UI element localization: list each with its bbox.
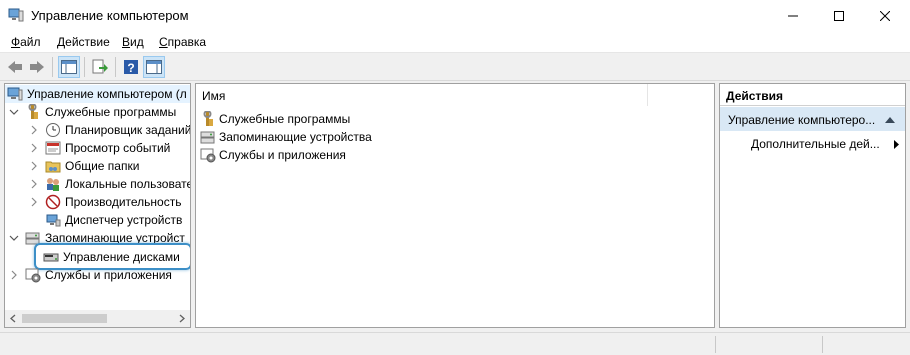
show-hide-action-pane-button[interactable]: [143, 56, 165, 78]
services-icon: [200, 147, 216, 163]
tree-item-shared-folders[interactable]: Общие папки: [5, 157, 190, 175]
event-viewer-icon: [45, 140, 61, 156]
list-header: Имя: [196, 84, 714, 108]
performance-icon: [45, 194, 61, 210]
tree-item-disk-management[interactable]: Управление дисками: [5, 248, 190, 266]
export-list-button[interactable]: [89, 56, 111, 78]
console-tree-icon: [61, 60, 77, 74]
status-bar: [0, 332, 910, 355]
chevron-right-icon[interactable]: [29, 196, 39, 207]
tree-item-task-scheduler[interactable]: Планировщик заданий: [5, 121, 190, 139]
menu-help[interactable]: Справка: [159, 35, 206, 49]
chevron-right-icon[interactable]: [29, 178, 39, 189]
chevron-down-icon[interactable]: [9, 106, 19, 116]
chevron-right-icon[interactable]: [29, 160, 39, 171]
tools-icon: [25, 103, 41, 120]
tree-item-performance[interactable]: Производительность: [5, 193, 190, 211]
tree-item-device-manager[interactable]: Диспетчер устройств: [5, 211, 190, 229]
title-bar: Управление компьютером: [0, 0, 910, 31]
scroll-right-icon[interactable]: [178, 314, 186, 323]
actions-header: Действия: [720, 84, 905, 106]
tools-icon: [200, 110, 216, 127]
minimize-icon: [788, 15, 798, 16]
actions-pane: Действия Управление компьютеро... Дополн…: [719, 83, 906, 328]
submenu-arrow-icon[interactable]: [894, 140, 899, 149]
console-tree[interactable]: Управление компьютером (л Служебные прог…: [4, 83, 191, 328]
actions-section-computer-management[interactable]: Управление компьютеро...: [720, 107, 905, 131]
tree-item-services-apps[interactable]: Службы и приложения: [5, 266, 190, 284]
shared-folder-icon: [45, 158, 61, 174]
column-header-name[interactable]: Имя: [202, 89, 225, 103]
menu-bar: Файл Действие Вид Справка: [0, 31, 910, 53]
computer-management-icon: [7, 86, 23, 102]
tree-item-computer-management[interactable]: Управление компьютером (л: [5, 85, 190, 103]
chevron-down-icon[interactable]: [9, 232, 19, 242]
forward-button[interactable]: [26, 56, 48, 78]
disk-icon: [43, 249, 59, 265]
device-manager-icon: [45, 212, 61, 228]
menu-file[interactable]: Файл: [11, 35, 41, 49]
action-pane-icon: [146, 60, 162, 74]
tree-item-event-viewer[interactable]: Просмотр событий: [5, 139, 190, 157]
toolbar: ?: [0, 53, 910, 81]
tree-horizontal-scrollbar[interactable]: [5, 310, 190, 327]
chevron-right-icon[interactable]: [9, 269, 19, 280]
tree-scroll-thumb[interactable]: [22, 314, 107, 323]
menu-action[interactable]: Действие: [57, 35, 110, 49]
storage-icon: [200, 129, 216, 145]
svg-text:?: ?: [127, 61, 134, 75]
tree-item-local-users[interactable]: Локальные пользовате: [5, 175, 190, 193]
window-title: Управление компьютером: [31, 8, 189, 23]
scroll-left-icon[interactable]: [9, 314, 17, 323]
help-button[interactable]: ?: [120, 56, 142, 78]
chevron-right-icon[interactable]: [29, 124, 39, 135]
forward-arrow-icon: [30, 61, 44, 73]
collapse-up-icon[interactable]: [885, 116, 895, 123]
back-button[interactable]: [4, 56, 26, 78]
menu-view[interactable]: Вид: [122, 35, 144, 49]
tree-item-system-tools[interactable]: Служебные программы: [5, 103, 190, 121]
close-icon: [880, 10, 890, 21]
users-icon: [45, 176, 61, 192]
computer-management-icon: [8, 8, 24, 22]
column-separator[interactable]: [647, 84, 648, 106]
help-icon: ?: [124, 60, 138, 75]
services-icon: [25, 267, 41, 283]
clock-icon: [45, 122, 61, 138]
maximize-icon: [834, 10, 844, 21]
chevron-right-icon[interactable]: [29, 142, 39, 153]
show-hide-console-tree-button[interactable]: [58, 56, 80, 78]
back-arrow-icon: [8, 61, 22, 73]
close-button[interactable]: [862, 0, 908, 31]
maximize-button[interactable]: [816, 0, 862, 31]
more-actions-link[interactable]: Дополнительные дей...: [751, 137, 880, 151]
result-pane[interactable]: Имя Служебные программы Запоминающие уст…: [195, 83, 715, 328]
export-list-icon: [92, 59, 108, 74]
minimize-button[interactable]: [770, 0, 816, 31]
